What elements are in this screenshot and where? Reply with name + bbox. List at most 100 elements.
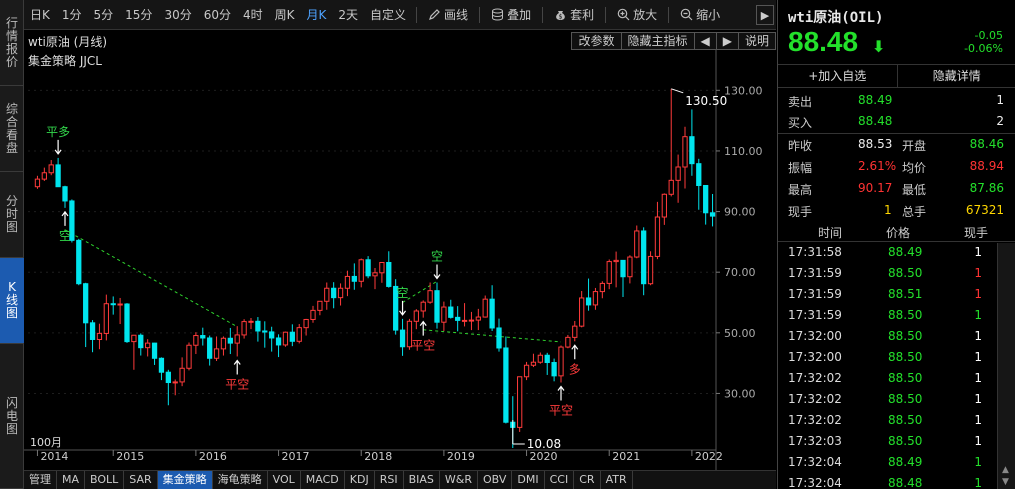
candle-body [496, 327, 502, 349]
zoom-in-label: 放大 [633, 8, 658, 22]
add-watchlist-button[interactable]: +加入自选 [778, 65, 897, 87]
period-tab-8[interactable]: 月K [301, 6, 333, 23]
candle-body [634, 230, 640, 258]
indicator-tab-7[interactable]: MACD [301, 471, 345, 489]
candle-body [461, 319, 468, 322]
zoom-out-label: 缩小 [696, 8, 721, 22]
scroll-right-button[interactable]: ▶ [715, 32, 739, 50]
help-button[interactable]: 说明 [737, 32, 776, 50]
left-tab-1[interactable]: 综合看盘 [0, 86, 24, 172]
y-tick-label: 90.00 [724, 206, 756, 219]
down-arrow-icon: ⬇ [872, 37, 886, 56]
candle-body [83, 283, 89, 324]
tick-time: 17:32:04 [788, 476, 842, 489]
indicator-tab-15[interactable]: CR [574, 471, 601, 489]
indicator-tab-11[interactable]: W&R [440, 471, 478, 489]
scroll-down-icon[interactable]: ▼ [1002, 477, 1009, 487]
period-tab-7[interactable]: 周K [269, 6, 301, 23]
candle-body [689, 136, 695, 165]
left-tab-2[interactable]: 分时图 [0, 172, 24, 258]
tick-volume: 1 [974, 308, 982, 322]
indicator-tab-0[interactable]: 管理 [24, 471, 57, 489]
zoom-out-button[interactable]: 缩小 [673, 6, 727, 23]
period-label: 100月 [30, 436, 62, 449]
arbitrage-button[interactable]: $ 套利 [547, 6, 601, 23]
toolbar-next-button[interactable]: ▶ [756, 5, 774, 25]
indicator-tab-2[interactable]: BOLL [85, 471, 125, 489]
x-tick-label: 2022 [695, 450, 723, 463]
y-tick-label: 70.00 [724, 266, 756, 279]
period-tab-9[interactable]: 2天 [332, 6, 364, 23]
indicator-tab-16[interactable]: ATR [601, 471, 633, 489]
period-tab-1[interactable]: 1分 [56, 6, 88, 23]
edit-params-button[interactable]: 改参数 [571, 32, 622, 50]
candle-body [365, 259, 371, 277]
candle-body [227, 337, 233, 344]
hide-main-indicator-button[interactable]: 隐藏主指标 [620, 32, 695, 50]
period-tab-4[interactable]: 30分 [158, 6, 197, 23]
scroll-up-icon[interactable]: ▲ [1002, 465, 1009, 475]
indicator-tab-14[interactable]: CCI [545, 471, 575, 489]
indicator-tab-12[interactable]: OBV [478, 471, 513, 489]
tick-price: 88.50 [888, 413, 923, 427]
period-tab-6[interactable]: 4时 [237, 6, 269, 23]
stats-row: 现手 1 总手 67321 [778, 200, 1015, 221]
stats-row: 最高 90.17 最低 87.86 [778, 178, 1015, 199]
tick-row: 17:32:02 88.50 1 [778, 369, 1015, 390]
signal-label: 多 [569, 362, 581, 376]
period-tab-2[interactable]: 5分 [88, 6, 120, 23]
x-tick-label: 2015 [116, 450, 144, 463]
hide-detail-button[interactable]: 隐藏详情 [896, 65, 1015, 87]
y-tick-label: 50.00 [724, 327, 756, 340]
candle-body [158, 357, 165, 373]
candle-body [351, 275, 357, 282]
left-tab-3[interactable]: K线图 [0, 258, 24, 344]
tick-time: 17:31:59 [788, 266, 842, 280]
left-tab-4[interactable]: 闪电图 [0, 344, 24, 489]
tick-price: 88.50 [888, 350, 923, 364]
sell-volume: 1 [996, 93, 1004, 107]
x-tick-label: 2014 [40, 450, 68, 463]
zoom-in-button[interactable]: 放大 [610, 6, 664, 23]
period-tab-10[interactable]: 自定义 [364, 6, 412, 23]
signal-label: 平空 [549, 404, 573, 418]
period-tab-5[interactable]: 60分 [198, 6, 237, 23]
period-tab-3[interactable]: 15分 [119, 6, 158, 23]
candle-body [537, 354, 543, 363]
indicator-tab-4[interactable]: 集金策略 [157, 471, 213, 489]
candle-body [709, 212, 716, 217]
draw-line-button[interactable]: 画线 [421, 6, 475, 23]
tick-row: 17:31:59 88.51 1 [778, 285, 1015, 306]
indicator-tab-9[interactable]: RSI [375, 471, 404, 489]
indicator-tab-5[interactable]: 海龟策略 [213, 471, 268, 489]
tick-time: 17:32:02 [788, 413, 842, 427]
tick-row: 17:32:00 88.50 1 [778, 327, 1015, 348]
tick-scrollbar[interactable]: ▲ ▼ [997, 243, 1015, 489]
indicator-tab-8[interactable]: KDJ [345, 471, 375, 489]
candle-body [275, 337, 282, 346]
kline-chart[interactable]: 30.00 50.00 70.00 90.00 110.00 130.00 2014 2015… [24, 50, 776, 470]
tick-table-header: 时间 价格 现手 [778, 222, 1015, 242]
overlay-button[interactable]: 叠加 [484, 6, 538, 23]
period-tab-0[interactable]: 日K [24, 6, 56, 23]
indicator-tab-6[interactable]: VOL [268, 471, 301, 489]
left-tab-0[interactable]: 行情报价 [0, 0, 24, 86]
candle-body [489, 298, 495, 329]
indicator-tab-1[interactable]: MA [57, 471, 86, 489]
indicator-tab-13[interactable]: DMI [512, 471, 545, 489]
tick-price: 88.49 [888, 455, 923, 469]
signal-label: 空 [59, 229, 71, 243]
indicator-tab-3[interactable]: SAR [124, 471, 158, 489]
arbitrage-label: 套利 [570, 8, 595, 22]
prev-close-value: 88.53 [858, 137, 893, 151]
indicator-tab-10[interactable]: BIAS [404, 471, 440, 489]
candle-body [337, 287, 344, 299]
tick-price: 88.50 [888, 329, 923, 343]
candle-body [145, 342, 151, 349]
candle-body [103, 303, 109, 334]
amplitude-label: 振幅 [788, 161, 813, 175]
scroll-left-button[interactable]: ◀ [693, 32, 717, 50]
candle-body [627, 256, 633, 278]
candle-body [317, 300, 323, 311]
candle-body [517, 376, 523, 428]
